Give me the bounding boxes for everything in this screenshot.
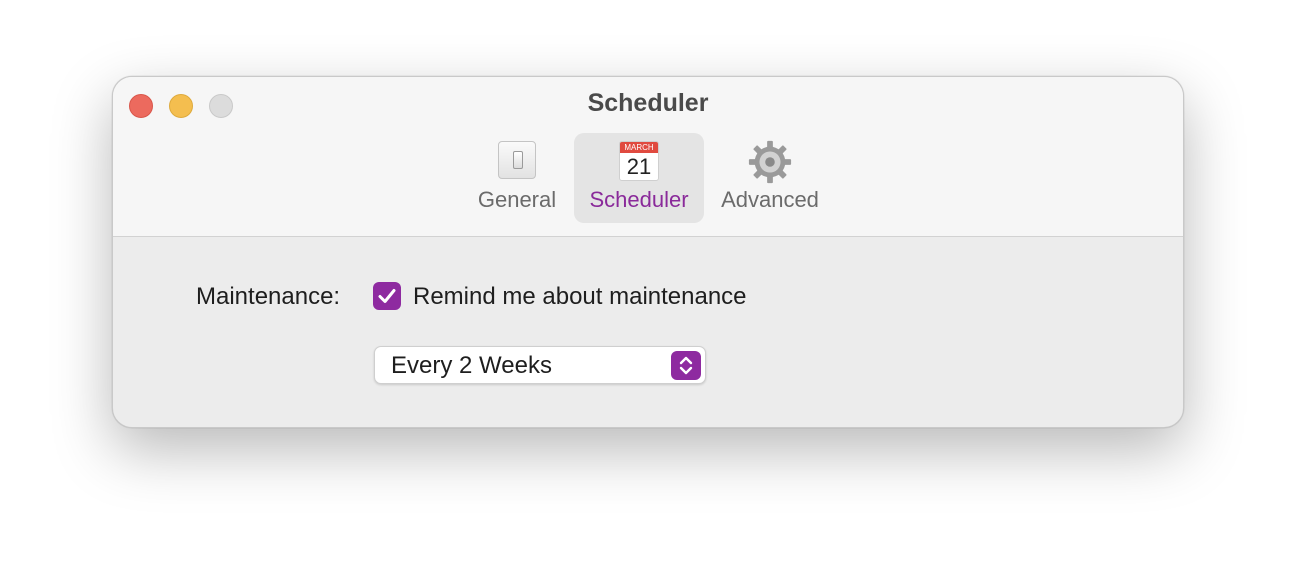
- gear-icon: [748, 140, 792, 184]
- frequency-popup[interactable]: Every 2 Weeks: [374, 346, 706, 384]
- toolbar: Scheduler General MARCH 21 Scheduler Adv…: [113, 77, 1183, 237]
- calendar-day: 21: [626, 154, 652, 179]
- tab-scheduler-label: Scheduler: [589, 187, 689, 212]
- window-title: Scheduler: [587, 89, 709, 117]
- tab-scheduler[interactable]: MARCH 21 Scheduler: [574, 133, 704, 223]
- tab-advanced[interactable]: Advanced: [710, 133, 830, 223]
- popup-chevrons-icon: [671, 351, 701, 380]
- tab-advanced-label: Advanced: [721, 187, 819, 212]
- remind-checkbox[interactable]: [373, 282, 401, 310]
- switch-icon: [498, 141, 536, 179]
- tab-general-label: General: [477, 187, 557, 212]
- frequency-value: Every 2 Weeks: [391, 352, 552, 379]
- calendar-month: MARCH: [620, 142, 658, 153]
- tab-general[interactable]: General: [467, 133, 567, 223]
- preferences-window: Scheduler General MARCH 21 Scheduler Adv…: [112, 76, 1184, 428]
- checkmark-icon: [378, 289, 396, 303]
- calendar-icon: MARCH 21: [619, 141, 659, 181]
- remind-checkbox-label[interactable]: Remind me about maintenance: [413, 283, 747, 311]
- maintenance-label: Maintenance:: [196, 283, 341, 310]
